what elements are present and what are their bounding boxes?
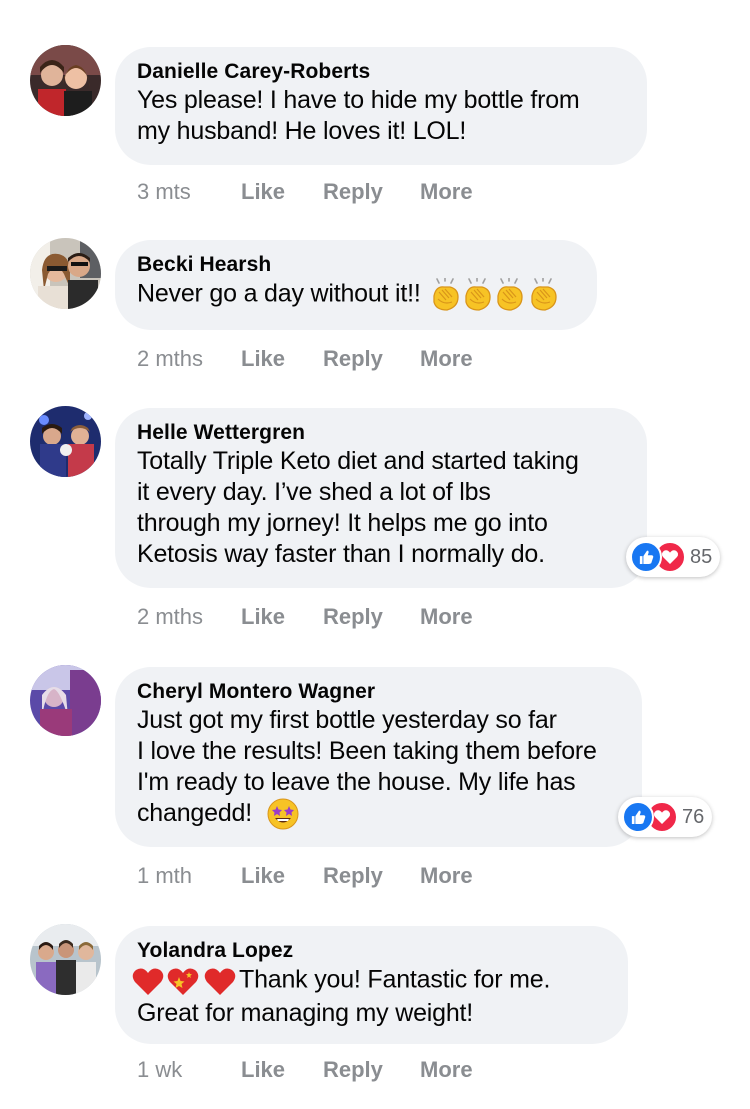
more-button[interactable]: More	[420, 861, 473, 891]
avatar[interactable]	[30, 665, 101, 736]
avatar[interactable]	[30, 238, 101, 309]
comment-timestamp[interactable]: 2 mths	[137, 344, 203, 374]
like-reaction-icon	[630, 541, 662, 573]
comment-text: Totally Triple Keto diet and started tak…	[137, 446, 625, 570]
like-button[interactable]: Like	[241, 602, 285, 632]
star-struck-icon	[267, 798, 299, 830]
heart-icons	[131, 964, 237, 998]
comment-line: through my jorney! It helps me go into	[137, 509, 548, 537]
comment-bubble: Yolandra Lopez Thank you! Fantastic for …	[115, 926, 628, 1044]
comment-line: my husband! He loves it! LOL!	[137, 117, 467, 145]
comment-text: Yes please! I have to hide my bottle fro…	[137, 85, 625, 147]
avatar[interactable]	[30, 406, 101, 477]
comment-text: Never go a day without it!!	[137, 278, 575, 312]
more-button[interactable]: More	[420, 602, 473, 632]
comment-author[interactable]: Danielle Carey-Roberts	[137, 59, 625, 85]
reaction-count: 76	[682, 805, 705, 828]
comment-line: I love the results! Been taking them bef…	[137, 737, 597, 765]
like-button[interactable]: Like	[241, 177, 285, 207]
reaction-summary[interactable]: 85	[626, 537, 721, 577]
comment-line: it every day. I’ve shed a lot of lbs	[137, 478, 491, 506]
comment-bubble: Cheryl Montero Wagner Just got my first …	[115, 667, 642, 847]
comment-author[interactable]: Yolandra Lopez	[137, 938, 606, 964]
avatar[interactable]	[30, 924, 101, 995]
comment-line: Thank you! Fantastic for me.	[239, 965, 551, 994]
comment-timestamp[interactable]: 1 wk	[137, 1055, 182, 1085]
reaction-summary[interactable]: 76	[618, 797, 713, 837]
more-button[interactable]: More	[420, 1055, 473, 1085]
comment-bubble: Danielle Carey-Roberts Yes please! I hav…	[115, 47, 647, 165]
comment-line: Totally Triple Keto diet and started tak…	[137, 447, 579, 475]
comment-bubble: Helle Wettergren Totally Triple Keto die…	[115, 408, 647, 588]
avatar[interactable]	[30, 45, 101, 116]
like-button[interactable]: Like	[241, 344, 285, 374]
comment-line: Never go a day without it!!	[137, 279, 421, 308]
comment-line: I'm ready to leave the house. My life ha…	[137, 768, 576, 796]
comment-author[interactable]: Helle Wettergren	[137, 420, 625, 446]
comment-line: Just got my first bottle yesterday so fa…	[137, 706, 557, 734]
comment-author[interactable]: Cheryl Montero Wagner	[137, 679, 620, 705]
comment-timestamp[interactable]: 2 mths	[137, 602, 203, 632]
clapping-hands-icon	[430, 278, 560, 312]
reply-button[interactable]: Reply	[323, 344, 383, 374]
comment-line: Ketosis way faster than I normally do.	[137, 540, 545, 568]
reaction-count: 85	[690, 545, 713, 568]
comment-text: Thank you! Fantastic for me. Great for m…	[132, 964, 606, 1029]
more-button[interactable]: More	[420, 344, 473, 374]
more-button[interactable]: More	[420, 177, 473, 207]
comment-text: Just got my first bottle yesterday so fa…	[137, 705, 620, 830]
like-button[interactable]: Like	[241, 1055, 285, 1085]
comment-author[interactable]: Becki Hearsh	[137, 252, 575, 278]
comment-bubble: Becki Hearsh Never go a day without it!!	[115, 240, 597, 330]
like-reaction-icon	[622, 801, 654, 833]
comment-line: changedd!	[137, 799, 252, 827]
comment-timestamp[interactable]: 3 mts	[137, 177, 191, 207]
reply-button[interactable]: Reply	[323, 602, 383, 632]
comment-timestamp[interactable]: 1 mth	[137, 861, 192, 891]
comment-line: Great for managing my weight!	[137, 999, 474, 1027]
comment-line: Yes please! I have to hide my bottle fro…	[137, 86, 580, 114]
reply-button[interactable]: Reply	[323, 1055, 383, 1085]
reply-button[interactable]: Reply	[323, 861, 383, 891]
reply-button[interactable]: Reply	[323, 177, 383, 207]
like-button[interactable]: Like	[241, 861, 285, 891]
